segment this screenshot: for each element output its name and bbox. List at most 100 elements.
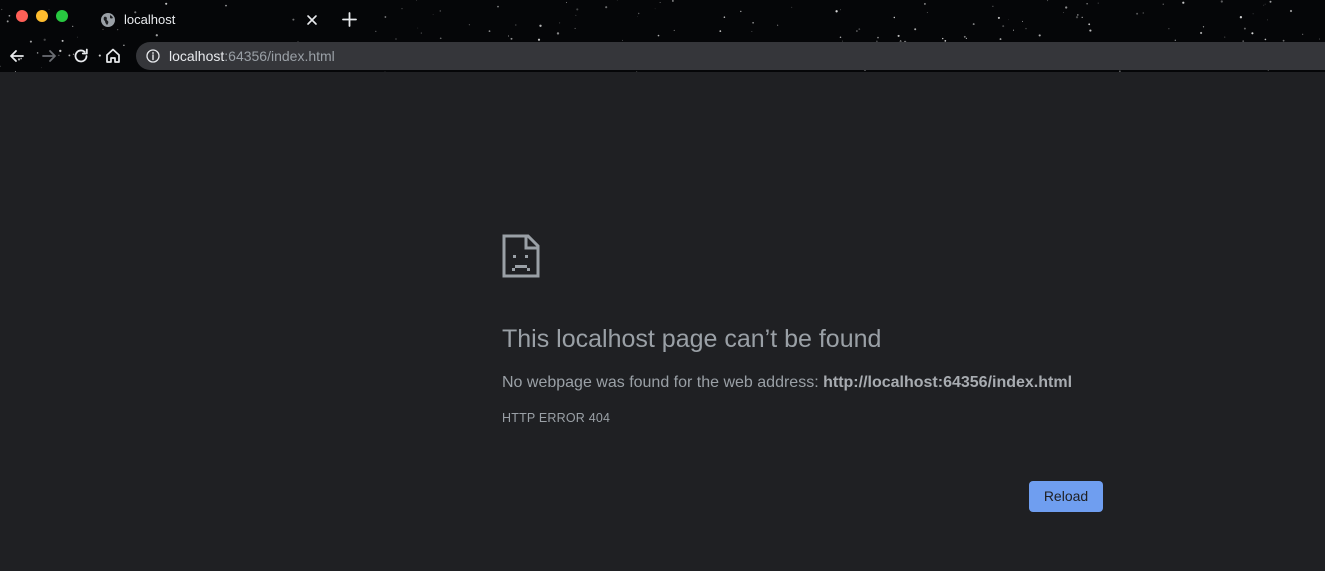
star [1086,3,1088,5]
reload-icon[interactable] [71,46,91,66]
star [1162,3,1164,5]
star [926,12,928,14]
star [777,24,779,26]
star [1076,14,1079,16]
error-description: No webpage was found for the web address… [502,373,1072,393]
star [1047,0,1049,2]
home-icon[interactable] [103,46,123,66]
star [751,31,753,32]
error-code: HTTP ERROR 404 [502,411,611,425]
star [6,20,9,23]
star [539,24,542,27]
tab-title: localhost [124,12,176,27]
address-path: :64356/index.html [224,48,335,64]
plus-icon[interactable] [341,11,358,28]
star [1251,32,1254,35]
star [1302,33,1304,35]
window-maximize-button[interactable] [56,10,68,22]
star [1224,36,1226,38]
star [723,16,726,18]
star [8,14,11,17]
info-icon[interactable] [146,49,160,63]
star [1168,28,1170,30]
star [992,5,994,7]
star [673,29,675,31]
arrow-right-icon[interactable] [39,46,59,66]
star [963,35,966,38]
star [566,1,567,3]
star [1252,13,1254,15]
star [1,8,3,11]
globe-icon [101,13,115,27]
star [1021,20,1024,22]
arrow-left-icon[interactable] [7,46,27,66]
star [468,24,470,26]
star [657,34,660,37]
star [420,32,422,34]
star [439,37,442,40]
close-icon[interactable] [305,13,319,27]
star [559,22,561,24]
star [1263,4,1265,6]
star [48,9,50,11]
star [839,36,842,38]
star [556,32,560,35]
error-description-text: No webpage was found for the web address… [502,374,824,391]
star [72,25,74,27]
star [576,8,579,11]
star [997,16,1000,19]
star [1136,12,1139,15]
star [1267,19,1268,21]
star [740,10,742,13]
tab-localhost[interactable]: localhost [88,4,328,36]
star [719,30,722,32]
star [1202,26,1205,28]
star [1025,27,1027,30]
star [417,27,419,29]
star [507,35,510,37]
star [752,21,754,24]
star [636,15,638,17]
star [893,16,896,19]
star [1097,2,1099,4]
window-minimize-button[interactable] [36,10,48,22]
star [791,6,793,8]
window-close-button[interactable] [16,10,28,22]
star [605,6,608,9]
address-url[interactable]: localhost:64356/index.html [169,48,335,64]
star [416,0,417,1]
browser-chrome: localhost localhost:64356/index.html [0,0,1325,72]
error-page: This localhost page can’t be found No we… [0,72,1325,571]
star [1063,11,1064,13]
star [638,12,640,15]
address-host: localhost [169,48,225,64]
sad-page-icon [502,234,540,278]
browser-toolbar: localhost:64356/index.html [0,40,1325,71]
star [914,28,917,31]
star [965,37,968,40]
star [1200,31,1203,35]
error-url: http://localhost:64356/index.html [823,374,1073,391]
star [1088,23,1091,26]
star [1239,16,1243,19]
star [375,30,377,33]
star [432,14,434,15]
star [575,14,577,16]
star [856,30,858,32]
address-bar[interactable]: localhost:64356/index.html [136,42,1325,70]
star [1075,16,1079,19]
star [659,2,661,3]
star [672,0,674,2]
star [1269,0,1272,3]
star [439,10,441,12]
reload-button[interactable]: Reload [1029,481,1103,512]
star [972,23,975,26]
star [877,36,879,39]
star [1289,9,1293,13]
star [515,24,517,26]
error-title: This localhost page can’t be found [502,325,882,353]
star [1182,1,1185,4]
star [835,10,838,13]
star [897,34,900,37]
star [1065,6,1068,9]
